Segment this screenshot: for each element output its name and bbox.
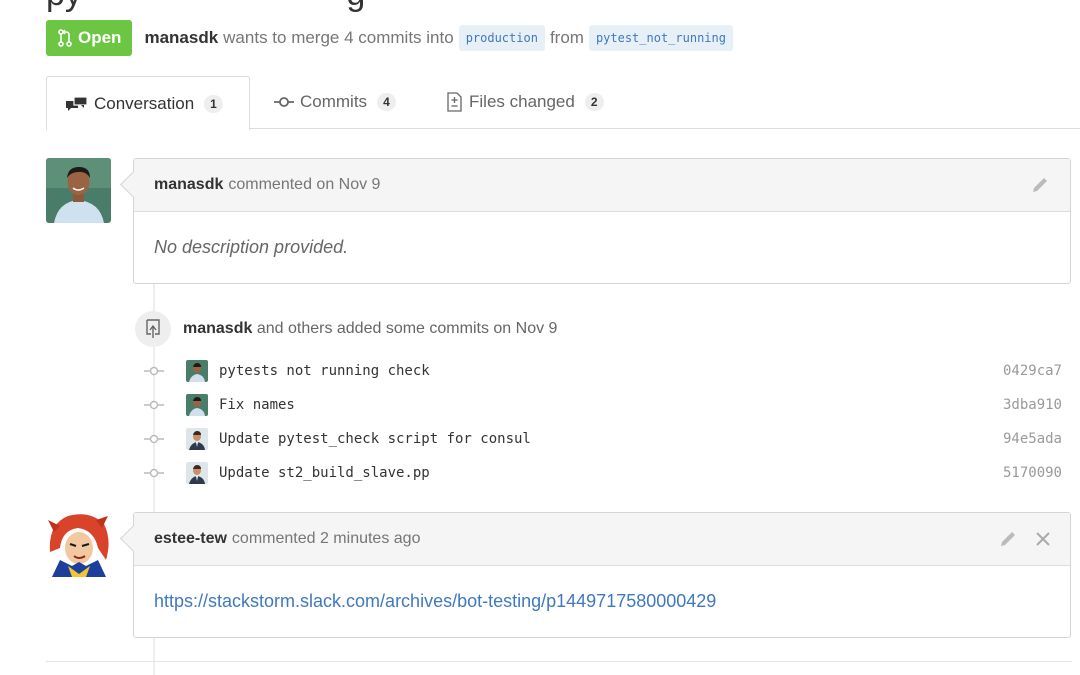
comment-body: https://stackstorm.slack.com/archives/bo… bbox=[134, 566, 1070, 636]
commit-event-author[interactable]: manasdk bbox=[183, 320, 252, 337]
comment-body: No description provided. bbox=[134, 212, 1070, 282]
commit-sha-link[interactable]: 94e5ada bbox=[1003, 431, 1062, 447]
commit-sha-link[interactable]: 3dba910 bbox=[1003, 397, 1062, 413]
comment-discussion-icon bbox=[66, 95, 88, 111]
commit-icon bbox=[144, 468, 164, 478]
tab-label: Conversation bbox=[94, 93, 195, 113]
pencil-icon[interactable] bbox=[998, 529, 1018, 549]
pr-header: Open manasdk wants to merge 4 commits in… bbox=[46, 20, 733, 56]
head-branch[interactable]: pytest_not_running bbox=[588, 25, 733, 51]
pull-request-icon bbox=[58, 29, 72, 47]
repo-push-icon bbox=[135, 311, 171, 347]
comment-header: estee-tew commented 2 minutes ago bbox=[134, 513, 1070, 566]
commit-list: pytests not running check 0429ca7 Fix na… bbox=[140, 354, 1062, 490]
state-badge: Open bbox=[46, 20, 133, 56]
from-text: from bbox=[549, 28, 584, 47]
commit-message-link[interactable]: pytests not running check bbox=[219, 363, 430, 379]
commit-row: Update st2_build_slave.pp 5170090 bbox=[140, 456, 1062, 490]
comment-meta[interactable]: commented on Nov 9 bbox=[228, 176, 380, 194]
comment-header: manasdk commented on Nov 9 bbox=[134, 159, 1070, 212]
pr-tabs: Conversation 1 Commits 4 Files changed 2 bbox=[46, 76, 1080, 130]
base-branch[interactable]: production bbox=[458, 25, 545, 51]
avatar[interactable] bbox=[186, 394, 208, 416]
commit-icon bbox=[144, 400, 164, 410]
commit-sha-link[interactable]: 0429ca7 bbox=[1003, 363, 1062, 379]
avatar[interactable] bbox=[186, 428, 208, 450]
commit-message-link[interactable]: Fix names bbox=[219, 397, 295, 413]
comment-box: manasdk commented on Nov 9 No descriptio… bbox=[120, 158, 1071, 284]
pr-author-link[interactable]: manasdk bbox=[144, 28, 218, 48]
commit-sha-link[interactable]: 5170090 bbox=[1003, 465, 1062, 481]
commit-icon bbox=[144, 434, 164, 444]
file-diff-icon bbox=[447, 92, 462, 112]
comment-meta[interactable]: commented 2 minutes ago bbox=[232, 530, 421, 548]
avatar[interactable] bbox=[186, 360, 208, 382]
commit-icon bbox=[144, 366, 164, 376]
tab-counter: 4 bbox=[377, 93, 396, 111]
comment-author-link[interactable]: manasdk bbox=[154, 176, 223, 194]
tab-commits[interactable]: Commits 4 bbox=[274, 76, 396, 128]
commit-icon bbox=[274, 97, 294, 107]
commit-event: manasdk and others added some commits on… bbox=[135, 311, 557, 347]
close-icon[interactable] bbox=[1036, 532, 1050, 546]
comment-author-link[interactable]: estee-tew bbox=[154, 530, 227, 548]
state-label: Open bbox=[78, 28, 122, 47]
merge-text: wants to merge 4 commits into bbox=[223, 28, 454, 47]
tab-counter: 2 bbox=[584, 93, 604, 111]
tab-label: Commits bbox=[300, 92, 368, 111]
commit-row: pytests not running check 0429ca7 bbox=[140, 354, 1062, 388]
tab-conversation[interactable]: Conversation 1 bbox=[46, 76, 250, 130]
tab-files-changed[interactable]: Files changed 2 bbox=[445, 76, 604, 128]
pr-meta: manasdk wants to merge 4 commits into pr… bbox=[144, 25, 733, 51]
commit-event-text: and others added some commits on Nov 9 bbox=[256, 320, 558, 337]
commit-row: Fix names 3dba910 bbox=[140, 388, 1062, 422]
avatar[interactable] bbox=[46, 512, 111, 577]
pencil-icon[interactable] bbox=[1030, 175, 1050, 195]
commit-message-link[interactable]: Update st2_build_slave.pp bbox=[219, 465, 430, 481]
comment-text: No description provided. bbox=[154, 236, 349, 257]
tab-counter: 1 bbox=[204, 94, 223, 113]
comment-box: estee-tew commented 2 minutes ago https:… bbox=[120, 512, 1071, 638]
avatar[interactable] bbox=[46, 158, 111, 223]
divider bbox=[46, 661, 1072, 662]
tab-label: Files changed bbox=[469, 92, 575, 111]
pr-title-clipped: py g bbox=[46, 0, 365, 14]
comment-link[interactable]: https://stackstorm.slack.com/archives/bo… bbox=[154, 591, 716, 612]
commit-row: Update pytest_check script for consul 94… bbox=[140, 422, 1062, 456]
avatar[interactable] bbox=[186, 462, 208, 484]
commit-message-link[interactable]: Update pytest_check script for consul bbox=[219, 431, 531, 447]
